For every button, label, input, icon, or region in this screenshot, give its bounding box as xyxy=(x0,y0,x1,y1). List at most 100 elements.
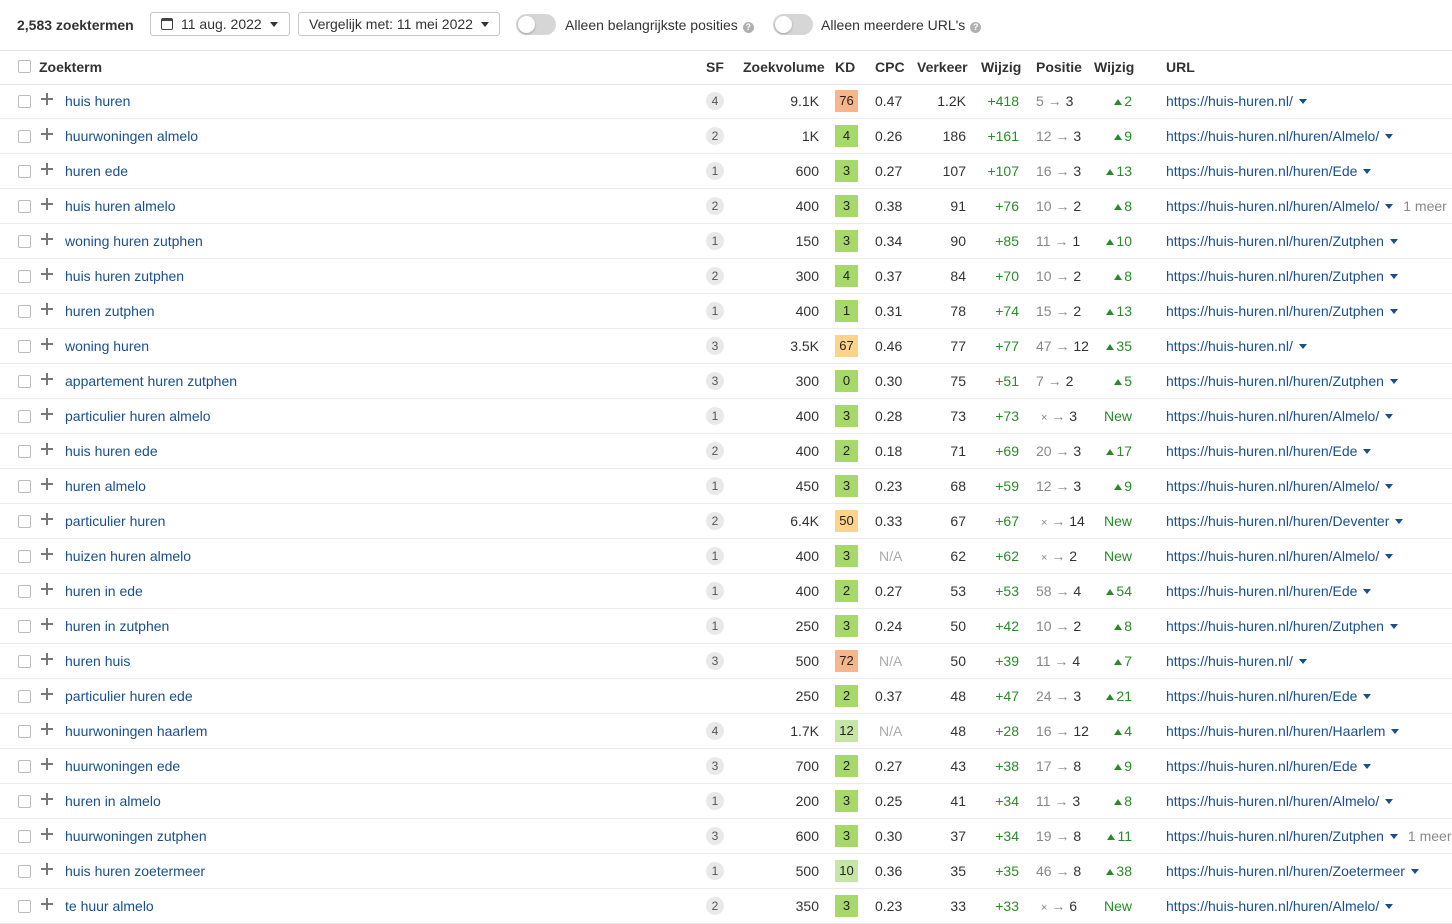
chevron-down-icon[interactable] xyxy=(1395,519,1404,524)
url-link[interactable]: https://huis-huren.nl/huren/Deventer xyxy=(1166,513,1404,529)
url-link[interactable]: https://huis-huren.nl/ xyxy=(1166,653,1307,669)
column-position[interactable]: Positie xyxy=(1036,59,1082,75)
row-checkbox[interactable] xyxy=(18,760,31,773)
keyword-link[interactable]: particulier huren xyxy=(65,513,165,529)
add-icon[interactable] xyxy=(40,477,54,491)
help-icon[interactable]: ? xyxy=(970,22,982,33)
serp-features-badge[interactable]: 1 xyxy=(706,162,724,180)
row-checkbox[interactable] xyxy=(18,550,31,563)
keyword-link[interactable]: huis huren xyxy=(65,93,130,109)
row-checkbox[interactable] xyxy=(18,375,31,388)
column-sf[interactable]: SF xyxy=(706,59,724,75)
more-urls-link[interactable]: 1 meer xyxy=(1408,828,1452,844)
column-kd[interactable]: KD xyxy=(835,59,855,75)
chevron-down-icon[interactable] xyxy=(1363,449,1372,454)
chevron-down-icon[interactable] xyxy=(1298,99,1307,104)
serp-features-badge[interactable]: 1 xyxy=(706,862,724,880)
serp-features-badge[interactable]: 3 xyxy=(706,827,724,845)
chevron-down-icon[interactable] xyxy=(1410,869,1419,874)
row-checkbox[interactable] xyxy=(18,830,31,843)
keyword-link[interactable]: huren huis xyxy=(65,653,130,669)
serp-features-badge[interactable]: 1 xyxy=(706,547,724,565)
row-checkbox[interactable] xyxy=(18,620,31,633)
add-icon[interactable] xyxy=(40,197,54,211)
add-icon[interactable] xyxy=(40,687,54,701)
add-icon[interactable] xyxy=(40,162,54,176)
chevron-down-icon[interactable] xyxy=(1385,799,1394,804)
url-link[interactable]: https://huis-huren.nl/huren/Almelo/ xyxy=(1166,478,1394,494)
chevron-down-icon[interactable] xyxy=(1385,134,1394,139)
row-checkbox[interactable] xyxy=(18,130,31,143)
row-checkbox[interactable] xyxy=(18,305,31,318)
row-checkbox[interactable] xyxy=(18,655,31,668)
serp-features-badge[interactable]: 3 xyxy=(706,652,724,670)
url-link[interactable]: https://huis-huren.nl/huren/Zutphen xyxy=(1166,268,1398,284)
serp-features-badge[interactable]: 3 xyxy=(706,337,724,355)
toggle-multiple-urls[interactable] xyxy=(773,14,813,35)
compare-dropdown[interactable]: Vergelijk met: 11 mei 2022 xyxy=(298,12,500,36)
serp-features-badge[interactable]: 1 xyxy=(706,407,724,425)
url-link[interactable]: https://huis-huren.nl/huren/Haarlem xyxy=(1166,723,1400,739)
url-link[interactable]: https://huis-huren.nl/huren/Zutphen xyxy=(1166,233,1398,249)
chevron-down-icon[interactable] xyxy=(1385,554,1394,559)
chevron-down-icon[interactable] xyxy=(1385,414,1394,419)
serp-features-badge[interactable]: 1 xyxy=(706,232,724,250)
row-checkbox[interactable] xyxy=(18,410,31,423)
url-link[interactable]: https://huis-huren.nl/huren/Almelo/ xyxy=(1166,793,1394,809)
chevron-down-icon[interactable] xyxy=(1389,834,1398,839)
url-link[interactable]: https://huis-huren.nl/huren/Ede xyxy=(1166,758,1372,774)
serp-features-badge[interactable]: 1 xyxy=(706,302,724,320)
url-link[interactable]: https://huis-huren.nl/huren/Zutphen 1 mee… xyxy=(1166,828,1452,844)
select-all-checkbox[interactable] xyxy=(18,60,31,73)
keyword-link[interactable]: huren in ede xyxy=(65,583,143,599)
add-icon[interactable] xyxy=(40,582,54,596)
keyword-link[interactable]: woning huren zutphen xyxy=(65,233,203,249)
add-icon[interactable] xyxy=(40,792,54,806)
serp-features-badge[interactable]: 2 xyxy=(706,512,724,530)
row-checkbox[interactable] xyxy=(18,235,31,248)
row-checkbox[interactable] xyxy=(18,795,31,808)
url-link[interactable]: https://huis-huren.nl/huren/Almelo/ xyxy=(1166,898,1394,914)
add-icon[interactable] xyxy=(40,407,54,421)
add-icon[interactable] xyxy=(40,92,54,106)
url-link[interactable]: https://huis-huren.nl/huren/Zutphen xyxy=(1166,373,1398,389)
keyword-link[interactable]: huren in zutphen xyxy=(65,618,169,634)
url-link[interactable]: https://huis-huren.nl/huren/Ede xyxy=(1166,583,1372,599)
keyword-link[interactable]: huurwoningen zutphen xyxy=(65,828,207,844)
help-icon[interactable]: ? xyxy=(742,22,754,33)
keyword-link[interactable]: te huur almelo xyxy=(65,898,154,914)
chevron-down-icon[interactable] xyxy=(1389,379,1398,384)
url-link[interactable]: https://huis-huren.nl/huren/Ede xyxy=(1166,163,1372,179)
column-traffic[interactable]: Verkeer xyxy=(917,59,968,75)
chevron-down-icon[interactable] xyxy=(1363,764,1372,769)
keyword-link[interactable]: huren ede xyxy=(65,163,128,179)
column-traffic-change[interactable]: Wijzig xyxy=(981,59,1021,75)
add-icon[interactable] xyxy=(40,267,54,281)
add-icon[interactable] xyxy=(40,232,54,246)
keyword-link[interactable]: huren zutphen xyxy=(65,303,155,319)
row-checkbox[interactable] xyxy=(18,480,31,493)
add-icon[interactable] xyxy=(40,372,54,386)
keyword-link[interactable]: huis huren almelo xyxy=(65,198,176,214)
row-checkbox[interactable] xyxy=(18,270,31,283)
column-volume[interactable]: Zoekvolume xyxy=(743,59,825,75)
serp-features-badge[interactable]: 2 xyxy=(706,127,724,145)
chevron-down-icon[interactable] xyxy=(1363,589,1372,594)
add-icon[interactable] xyxy=(40,512,54,526)
row-checkbox[interactable] xyxy=(18,585,31,598)
chevron-down-icon[interactable] xyxy=(1363,169,1372,174)
url-link[interactable]: https://huis-huren.nl/huren/Ede xyxy=(1166,688,1372,704)
more-urls-link[interactable]: 1 meer xyxy=(1403,198,1447,214)
serp-features-badge[interactable]: 1 xyxy=(706,792,724,810)
keyword-link[interactable]: appartement huren zutphen xyxy=(65,373,237,389)
chevron-down-icon[interactable] xyxy=(1298,659,1307,664)
serp-features-badge[interactable]: 4 xyxy=(706,92,724,110)
url-link[interactable]: https://huis-huren.nl/ xyxy=(1166,338,1307,354)
keyword-link[interactable]: woning huren xyxy=(65,338,149,354)
row-checkbox[interactable] xyxy=(18,725,31,738)
toggle-main-positions[interactable] xyxy=(516,14,556,35)
serp-features-badge[interactable]: 1 xyxy=(706,617,724,635)
keyword-link[interactable]: particulier huren almelo xyxy=(65,408,211,424)
chevron-down-icon[interactable] xyxy=(1391,729,1400,734)
date-picker-button[interactable]: 11 aug. 2022 xyxy=(150,12,290,36)
